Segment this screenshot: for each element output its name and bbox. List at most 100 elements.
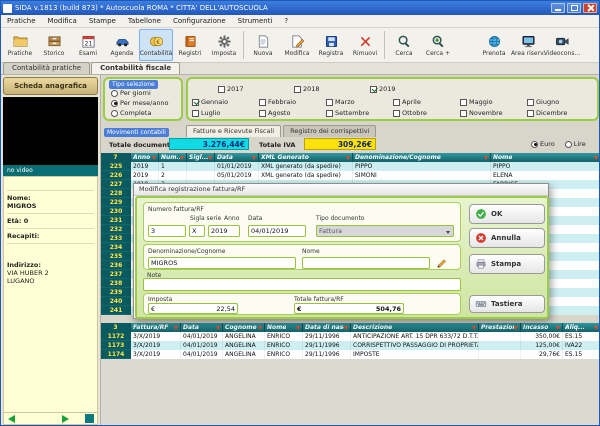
toolbar-button-registri[interactable]: Registri <box>173 29 207 61</box>
archive-icon <box>47 34 62 49</box>
menu-item-help[interactable]: ? <box>278 15 294 27</box>
checkbox-year-2017[interactable]: 2017 <box>218 85 244 93</box>
menu-item-tabellone[interactable]: Tabellone <box>122 15 167 27</box>
toolbar-button-esami[interactable]: 21Esami <box>71 29 105 61</box>
column-header-cognome[interactable]: Cognome <box>223 323 265 332</box>
menu-item-pratiche[interactable]: Pratiche <box>1 15 42 27</box>
checkbox-box <box>192 99 199 106</box>
ok-button[interactable]: OK <box>469 204 545 224</box>
checkbox-month-ottobre[interactable]: Ottobre <box>393 109 427 117</box>
table-row[interactable]: 2252019101/01/2019XML generato (da spedi… <box>101 162 600 171</box>
radio-per-giorni[interactable]: Per giorni <box>111 89 151 97</box>
column-header-data[interactable]: Data <box>215 153 259 162</box>
table-row[interactable]: 11733/X/201904/01/2019ANGELINAENRICO29/1… <box>101 341 600 350</box>
radio-dot <box>111 110 118 117</box>
numero-input[interactable]: 3 <box>148 225 186 237</box>
edit-icon <box>290 34 305 49</box>
toolbar-button-prenota[interactable]: Prenota <box>477 29 511 61</box>
table-row[interactable]: 11723/X/201904/01/2019ANGELINAENRICO29/1… <box>101 332 600 341</box>
menu-item-stampe[interactable]: Stampe <box>83 15 122 27</box>
table-row[interactable]: 2262019205/01/2019XML generato (da spedi… <box>101 171 600 180</box>
annulla-button[interactable]: Annulla <box>469 228 545 248</box>
column-header-prestazione[interactable]: Prestazione <box>479 323 521 332</box>
anno-input[interactable]: 2019 <box>208 225 240 237</box>
denominazione-input[interactable]: MIGROS <box>148 257 296 269</box>
tab-fatture-e-ricevute-fiscali[interactable]: Fatture e Ricevute Fiscali <box>186 125 281 137</box>
column-header-anno[interactable]: Anno <box>131 153 159 162</box>
toolbar-button-contabilit[interactable]: €Contabilità <box>139 29 173 61</box>
toolbar-button-imposta[interactable]: Imposta <box>207 29 241 61</box>
checkbox-month-settembre[interactable]: Settembre <box>326 109 369 117</box>
checkbox-label: Gennaio <box>201 98 228 106</box>
toolbar-button-agenda[interactable]: Agenda <box>105 29 139 61</box>
tipo-documento-select[interactable]: Fattura <box>316 225 454 237</box>
checkbox-month-maggio[interactable]: Maggio <box>460 98 493 106</box>
totale-input[interactable]: € 504,76 <box>294 303 404 314</box>
checkbox-month-aprile[interactable]: Aprile <box>393 98 421 106</box>
column-header-nome[interactable]: Nome <box>491 153 600 162</box>
radio-euro[interactable]: Euro <box>531 140 555 148</box>
nav-square[interactable] <box>85 414 94 423</box>
toolbar-button-cerca[interactable]: Cerca <box>387 29 421 61</box>
menu-item-strumenti[interactable]: Strumenti <box>232 15 279 27</box>
note-input[interactable] <box>143 278 461 291</box>
maximize-button[interactable] <box>567 3 581 13</box>
menu-item-modifica[interactable]: Modifica <box>42 15 83 27</box>
column-header-data[interactable]: Data <box>181 323 223 332</box>
tab-contabilita-pratiche[interactable]: Contabilità pratiche <box>3 62 90 74</box>
checkbox-month-dicembre[interactable]: Dicembre <box>527 109 567 117</box>
tastiera-button[interactable]: Tastiera <box>469 295 545 313</box>
column-header-sigl[interactable]: Sigl... <box>187 153 215 162</box>
radio-completa[interactable]: Completa <box>111 109 151 117</box>
sigla-input[interactable]: X <box>189 225 205 237</box>
toolbar-button-cerca-+[interactable]: Cerca + <box>421 29 455 61</box>
checkbox-year-2018[interactable]: 2018 <box>294 85 320 93</box>
toolbar-button-rimuovi[interactable]: Rimuovi <box>348 29 382 61</box>
menu-item-configurazione[interactable]: Configurazione <box>167 15 232 27</box>
column-header-fattura-rf[interactable]: Fattura/RF <box>131 323 181 332</box>
checkbox-box <box>326 110 333 117</box>
radio-lire[interactable]: Lire <box>565 140 586 148</box>
scheda-anagrafica-button[interactable]: Scheda anagrafica <box>3 77 98 95</box>
checkbox-month-febbraio[interactable]: Febbraio <box>259 98 296 106</box>
minimize-button[interactable] <box>551 3 565 13</box>
column-header-aliq[interactable]: Aliq... <box>563 323 600 332</box>
checkbox-month-gennaio[interactable]: Gennaio <box>192 98 228 106</box>
checkbox-month-marzo[interactable]: Marzo <box>326 98 355 106</box>
column-header-incasso[interactable]: Incasso <box>521 323 563 332</box>
checkbox-month-novembre[interactable]: Novembre <box>460 109 503 117</box>
close-button[interactable] <box>583 3 597 13</box>
radio-per-mese-anno[interactable]: Per mese/anno <box>111 99 169 107</box>
radio-label: Euro <box>540 140 555 148</box>
toolbar-button-storico[interactable]: Storico <box>37 29 71 61</box>
column-header-nome[interactable]: Nome <box>265 323 303 332</box>
previous-record-icon[interactable] <box>8 415 15 423</box>
toolbar-button-pratiche[interactable]: Pratiche <box>3 29 37 61</box>
checkbox-month-giugno[interactable]: Giugno <box>527 98 559 106</box>
nome-input[interactable] <box>302 257 430 269</box>
column-header-denominazione-cognome[interactable]: Denominazione/Cognome <box>353 153 491 162</box>
stampa-button[interactable]: Stampa <box>469 254 545 274</box>
toolbar-button-videocons[interactable]: Videocons... <box>545 29 579 61</box>
toolbar-button-modifica[interactable]: Modifica <box>280 29 314 61</box>
tab-registro-dei-corrispettivi[interactable]: Registro dei corrispettivi <box>283 125 376 137</box>
toolbar-button-nuova[interactable]: Nuova <box>246 29 280 61</box>
checkbox-label: 2018 <box>303 85 320 93</box>
imposta-input[interactable]: € 22,54 <box>148 303 238 314</box>
toolbar-button-registra[interactable]: Registra <box>314 29 348 61</box>
column-header-num[interactable]: Num... <box>159 153 187 162</box>
data-input[interactable]: 04/01/2019 <box>248 225 306 237</box>
cell-descrizione: IMPOSTE <box>351 350 479 359</box>
cell-fattura: 3/X/2019 <box>131 332 181 341</box>
column-header-data-di-nascita[interactable]: Data di nascita <box>303 323 351 332</box>
checkbox-month-luglio[interactable]: Luglio <box>192 109 220 117</box>
checkbox-month-agosto[interactable]: Agosto <box>259 109 290 117</box>
column-header-descrizione[interactable]: Descrizione <box>351 323 479 332</box>
checkbox-year-2019[interactable]: 2019 <box>370 85 396 93</box>
tab-contabilita-fiscale[interactable]: Contabilità fiscale <box>91 62 180 74</box>
toolbar-button-area-riserv[interactable]: Area riserv. <box>511 29 545 61</box>
next-record-icon[interactable] <box>62 415 69 423</box>
column-header-xml-generato[interactable]: XML Generato <box>259 153 353 162</box>
table-row[interactable]: 11743/X/201904/01/2019ANGELINAENRICO29/1… <box>101 350 600 359</box>
pencil-icon[interactable] <box>436 258 447 269</box>
